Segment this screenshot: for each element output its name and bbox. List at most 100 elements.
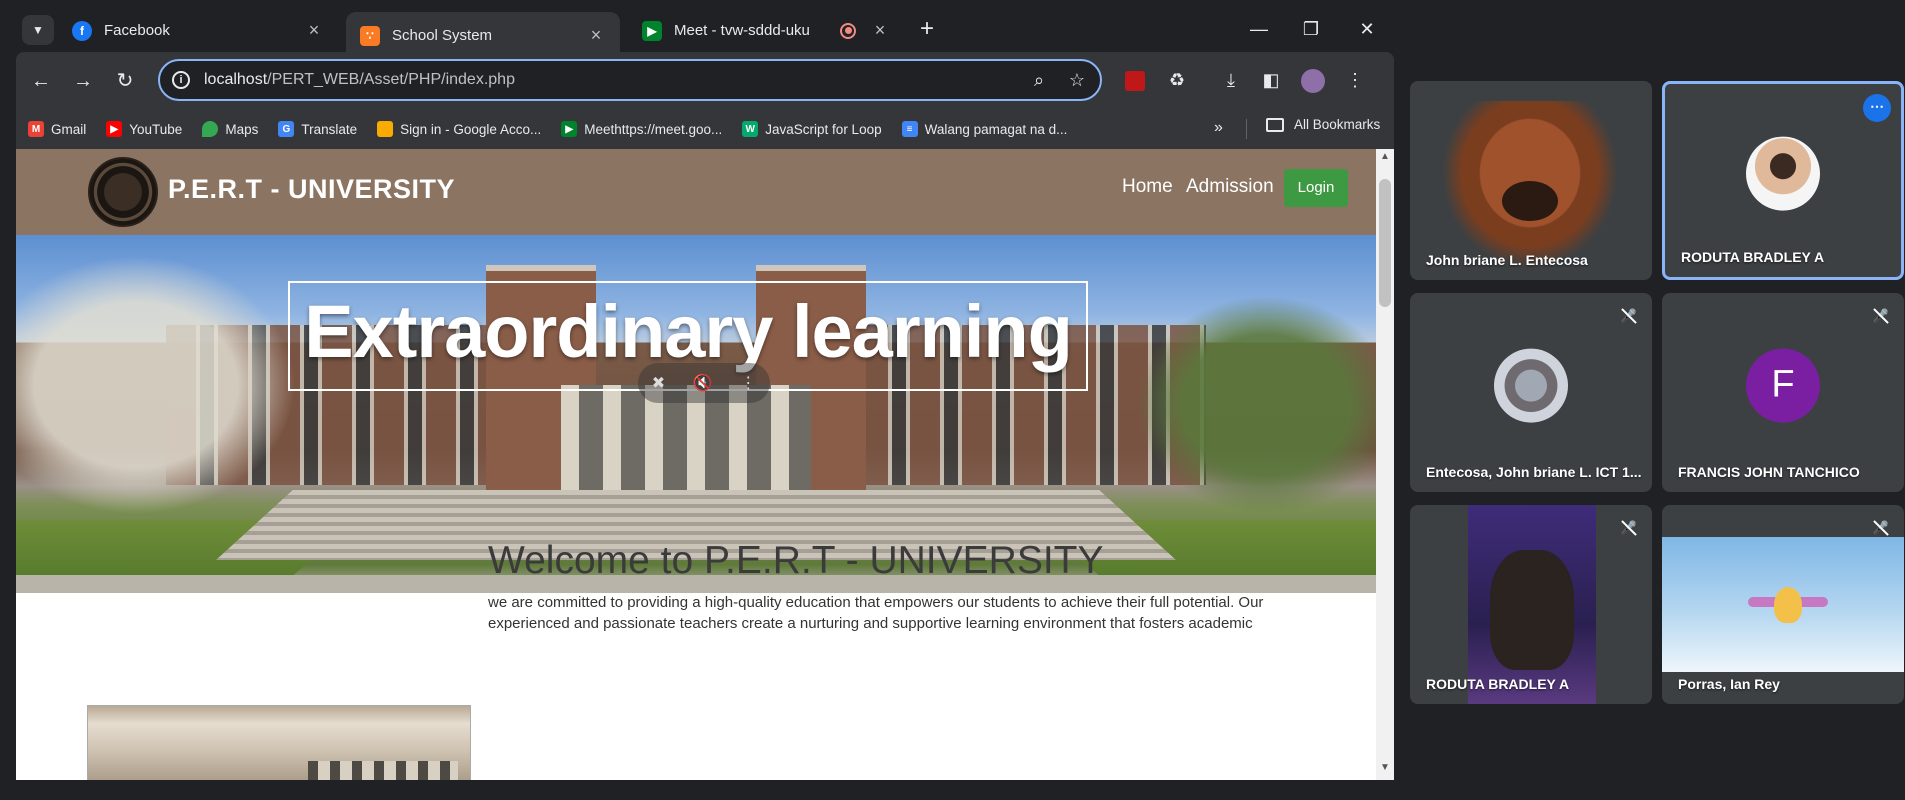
bookmark-label: Gmail (51, 121, 87, 137)
page-scrollbar[interactable]: ▲ ▼ (1376, 149, 1394, 780)
bookmarks-divider (1246, 119, 1247, 139)
close-icon[interactable]: × (586, 25, 606, 46)
translate-icon: G (278, 121, 295, 137)
hero-heading: Extraordinary learning (304, 290, 1073, 373)
tab-search-button[interactable]: ▼ (22, 15, 54, 45)
more-options-icon[interactable]: ⋯ (1863, 94, 1891, 122)
page-viewport: P.E.R.T - UNIVERSITY Home Admission Logi… (16, 149, 1394, 780)
welcome-text: we are committed to providing a high-qua… (488, 594, 1264, 632)
participant-tile[interactable]: John briane L. Entecosa (1410, 81, 1652, 280)
tab-title: School System (392, 27, 493, 44)
avatar (1746, 136, 1820, 211)
bookmark-google-sign-in[interactable]: Sign in - Google Acco... (377, 121, 541, 137)
participant-tile[interactable]: 🎤 RODUTA BRADLEY A (1410, 505, 1652, 704)
menu-kebab-icon[interactable]: ⋮ (1340, 65, 1370, 95)
dog-nose-icon (1502, 181, 1558, 221)
site-title: P.E.R.T - UNIVERSITY (168, 174, 456, 204)
w3schools-icon: W (742, 121, 759, 137)
more-options-icon[interactable]: ⋮ (740, 373, 756, 393)
nav-home-link[interactable]: Home (1122, 176, 1173, 198)
tab-facebook[interactable]: f Facebook × (58, 12, 338, 49)
participant-name: RODUTA BRADLEY A (1426, 676, 1570, 692)
bookmark-gmail[interactable]: M Gmail (28, 121, 86, 137)
url-text[interactable]: localhost/PERT_WEB/Asset/PHP/index.php (204, 71, 1024, 89)
avatar (1494, 348, 1568, 423)
hero-building-image (561, 385, 811, 505)
bookmark-maps[interactable]: Maps (202, 121, 258, 137)
extensions-puzzle-icon[interactable]: ♻ (1162, 65, 1192, 95)
meet-icon: ▶ (642, 20, 662, 41)
profile-avatar[interactable] (1298, 65, 1328, 95)
close-icon[interactable]: × (304, 20, 324, 41)
mic-off-icon: 🎤 (1620, 520, 1638, 535)
gmail-icon: M (28, 121, 44, 137)
bookmark-javascript-for-loop[interactable]: W JavaScript for Loop (742, 121, 882, 137)
classroom-icon (377, 121, 394, 137)
avatar: F (1746, 348, 1820, 423)
scroll-up-icon[interactable]: ▲ (1376, 151, 1394, 167)
xampp-icon: ∵ (360, 25, 380, 46)
side-panel-icon[interactable]: ◧ (1256, 65, 1286, 95)
back-button[interactable]: ← (26, 66, 56, 96)
chevron-down-icon: ▼ (32, 23, 44, 37)
restore-button[interactable]: ❐ (1296, 14, 1326, 44)
youtube-icon: ▶ (106, 121, 123, 137)
close-window-button[interactable]: ✕ (1352, 14, 1382, 44)
mic-off-icon: 🎤 (1872, 520, 1890, 535)
pin-off-icon[interactable]: ✖ (652, 373, 665, 393)
address-bar[interactable]: i localhost/PERT_WEB/Asset/PHP/index.php… (158, 59, 1102, 101)
cat-face-icon (1490, 550, 1574, 670)
chevron-double-right-icon[interactable]: » (1214, 119, 1223, 137)
nav-admission-link[interactable]: Admission (1186, 176, 1274, 198)
bookmark-label: Maps (225, 121, 259, 137)
recording-icon (840, 22, 856, 39)
bookmark-translate[interactable]: G Translate (278, 121, 357, 137)
participant-tile[interactable]: 🎤 Porras, Ian Rey (1662, 505, 1904, 704)
character-icon (1774, 587, 1802, 623)
all-bookmarks-button[interactable]: All Bookmarks (1266, 117, 1380, 132)
bookmarks-bar: M Gmail ▶ YouTube Maps G Translate Sign … (16, 109, 1394, 149)
bookmark-label: Meethttps://meet.goo... (584, 121, 723, 137)
facebook-icon: f (72, 20, 92, 41)
scroll-thumb[interactable] (1379, 179, 1391, 307)
meet-icon: ▶ (561, 121, 578, 137)
extension-mcafee-icon[interactable] (1120, 65, 1150, 95)
all-bookmarks-label: All Bookmarks (1294, 117, 1381, 132)
zoom-icon[interactable]: ⌕ (1024, 70, 1054, 91)
bookmark-youtube[interactable]: ▶ YouTube (106, 121, 182, 137)
browser-toolbar: ← → ↻ i localhost/PERT_WEB/Asset/PHP/ind… (16, 52, 1394, 109)
bookmark-label: YouTube (129, 121, 183, 137)
site-header: P.E.R.T - UNIVERSITY Home Admission Logi… (16, 149, 1376, 235)
site-info-icon[interactable]: i (172, 71, 190, 89)
maps-icon (202, 121, 219, 137)
participant-tile[interactable]: F 🎤 FRANCIS JOHN TANCHICO (1662, 293, 1904, 492)
url-host: localhost (204, 71, 268, 88)
folder-icon (1266, 117, 1284, 132)
forward-button[interactable]: → (68, 66, 98, 96)
mute-icon[interactable]: 🔇 (693, 373, 713, 393)
login-button[interactable]: Login (1284, 169, 1348, 207)
bookmark-label: Walang pamagat na d... (924, 121, 1068, 137)
new-tab-button[interactable]: + (912, 15, 942, 45)
bookmark-label: JavaScript for Loop (765, 121, 882, 137)
url-path: /PERT_WEB/Asset/PHP/index.php (267, 71, 515, 88)
tab-title: Facebook (104, 22, 170, 39)
reload-button[interactable]: ↻ (110, 66, 140, 96)
scroll-down-icon[interactable]: ▼ (1376, 762, 1394, 778)
participant-name: John briane L. Entecosa (1426, 252, 1588, 268)
tab-strip: ▼ f Facebook × ∵ School System × ▶ Meet … (0, 0, 1394, 59)
university-seal-logo[interactable] (88, 157, 158, 227)
bookmark-meet[interactable]: ▶ Meethttps://meet.goo... (561, 121, 722, 137)
tab-title: Meet - tvw-sddd-uku (674, 22, 810, 39)
participant-tile-active[interactable]: ⋯ RODUTA BRADLEY A (1662, 81, 1904, 280)
participant-name: FRANCIS JOHN TANCHICO (1678, 464, 1860, 480)
participant-name: Porras, Ian Rey (1678, 676, 1780, 692)
tab-meet[interactable]: ▶ Meet - tvw-sddd-uku × (628, 12, 904, 49)
close-icon[interactable]: × (870, 20, 890, 41)
bookmark-star-icon[interactable]: ☆ (1062, 70, 1092, 91)
media-overlay-controls[interactable]: ✖ 🔇 ⋮ (638, 363, 770, 403)
bookmark-docs[interactable]: ≡ Walang pamagat na d... (901, 121, 1068, 137)
downloads-icon[interactable]: ⤓ (1216, 65, 1246, 95)
participant-tile[interactable]: 🎤 Entecosa, John briane L. ICT 1... (1410, 293, 1652, 492)
minimize-button[interactable]: — (1244, 14, 1274, 44)
